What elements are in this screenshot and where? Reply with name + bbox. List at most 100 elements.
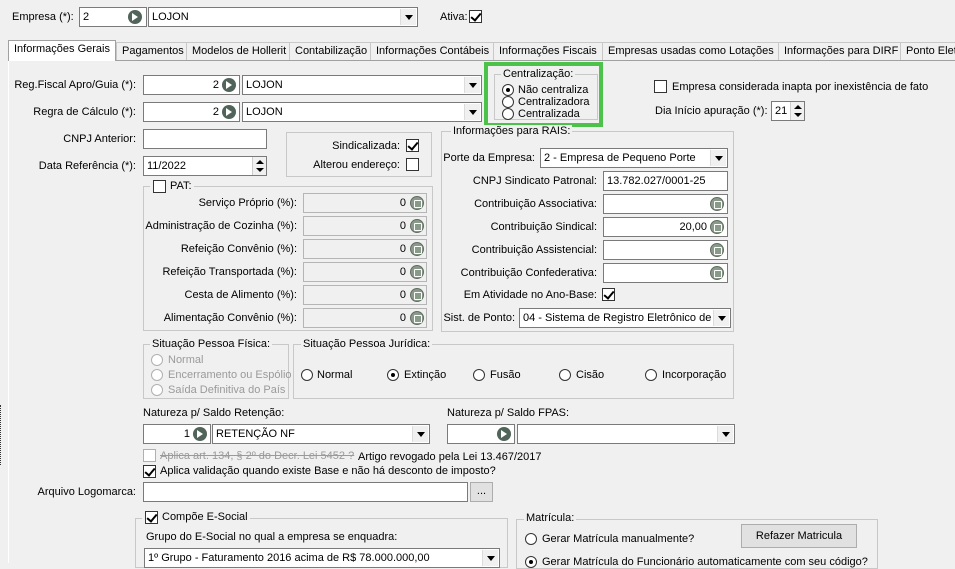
- tab-ponto-eletronico[interactable]: Ponto Eletr: [900, 42, 955, 60]
- servico-proprio-input[interactable]: 0: [303, 193, 427, 213]
- dia-inicio-input[interactable]: 21: [771, 101, 805, 121]
- radio-pj-incorporacao[interactable]: [645, 369, 657, 381]
- radio-matricula-auto[interactable]: [525, 556, 537, 568]
- atividade-ano-base-checkbox[interactable]: [602, 288, 615, 301]
- reg-fiscal-code-input[interactable]: 2: [143, 75, 240, 95]
- cesta-alimento-input[interactable]: 0: [303, 285, 427, 305]
- chevron-down-icon[interactable]: [482, 550, 498, 566]
- radio-pj-extincao[interactable]: [387, 369, 399, 381]
- empresa-name-select[interactable]: LOJON: [148, 7, 418, 27]
- calculator-icon[interactable]: [410, 288, 424, 302]
- regra-calculo-select[interactable]: LOJON: [242, 102, 482, 122]
- calculator-icon[interactable]: [710, 243, 724, 257]
- chevron-down-icon[interactable]: [710, 150, 726, 166]
- calculator-icon[interactable]: [710, 197, 724, 211]
- cnpj-sindicato-input[interactable]: 13.782.027/0001-25: [603, 171, 728, 191]
- chevron-down-icon[interactable]: [713, 310, 729, 326]
- lookup-icon[interactable]: [222, 78, 236, 92]
- spin-arrows-icon[interactable]: [252, 157, 266, 175]
- radio-matricula-manual[interactable]: [525, 533, 537, 545]
- browse-button[interactable]: ...: [470, 482, 493, 502]
- adm-cozinha-input[interactable]: 0: [303, 216, 427, 236]
- grupo-esocial-label: Grupo do E-Social no qual a empresa se e…: [146, 531, 398, 543]
- refeicao-convenio-input[interactable]: 0: [303, 239, 427, 259]
- tab-contabilizacao[interactable]: Contabilização: [289, 42, 374, 60]
- adm-cozinha-label: Administração de Cozinha (%):: [145, 220, 297, 232]
- refeicao-transportada-input[interactable]: 0: [303, 262, 427, 282]
- natureza-retencao-select[interactable]: RETENÇÃO NF: [212, 424, 430, 444]
- natureza-fpas-label: Natureza p/ Saldo FPAS:: [447, 407, 570, 419]
- contrib-confederativa-input[interactable]: [603, 263, 728, 283]
- chevron-down-icon[interactable]: [464, 77, 480, 93]
- calculator-icon[interactable]: [410, 196, 424, 210]
- radio-nao-centraliza[interactable]: [502, 84, 514, 96]
- tab-informacoes-contabeis[interactable]: Informações Contábeis: [370, 42, 496, 60]
- radio-pj-fusao[interactable]: [473, 369, 485, 381]
- alimentacao-convenio-input[interactable]: 0: [303, 308, 427, 328]
- calculator-icon[interactable]: [410, 265, 424, 279]
- porte-empresa-select[interactable]: 2 - Empresa de Pequeno Porte: [540, 148, 728, 168]
- refeicao-convenio-label: Refeição Convênio (%):: [180, 243, 297, 255]
- natureza-fpas-select[interactable]: [517, 424, 735, 444]
- tab-informacoes-fiscais[interactable]: Informações Fiscais: [493, 42, 603, 60]
- data-referencia-input[interactable]: 11/2022: [143, 156, 267, 176]
- arquivo-logomarca-input[interactable]: [143, 482, 468, 502]
- lookup-icon[interactable]: [222, 105, 236, 119]
- matricula-manual-label: Gerar Matrícula manualmente?: [542, 533, 695, 545]
- calculator-icon[interactable]: [710, 220, 724, 234]
- ativa-checkbox[interactable]: [469, 10, 482, 23]
- empresa-code-input[interactable]: 2: [79, 7, 147, 27]
- calculator-icon[interactable]: [410, 242, 424, 256]
- radio-centralizadora[interactable]: [502, 96, 514, 108]
- refeicao-transportada-value: 0: [399, 266, 406, 278]
- cnpj-anterior-input[interactable]: [143, 129, 267, 149]
- sist-ponto-select[interactable]: 04 - Sistema de Registro Eletrônico de P: [519, 308, 731, 328]
- calculator-icon[interactable]: [710, 266, 724, 280]
- chevron-down-icon[interactable]: [464, 104, 480, 120]
- calculator-icon[interactable]: [410, 219, 424, 233]
- radio-pf-normal[interactable]: [151, 354, 163, 366]
- chevron-down-icon[interactable]: [717, 426, 733, 442]
- contrib-associativa-input[interactable]: [603, 194, 728, 214]
- calculator-icon[interactable]: [410, 311, 424, 325]
- chevron-down-icon[interactable]: [400, 9, 416, 25]
- natureza-retencao-label: Natureza p/ Saldo Retenção:: [143, 407, 285, 419]
- data-referencia-value: 11/2022: [147, 160, 186, 172]
- pat-checkbox[interactable]: [153, 180, 166, 193]
- tab-informacoes-dirf[interactable]: Informações para DIRF: [778, 42, 905, 60]
- grupo-esocial-select[interactable]: 1º Grupo - Faturamento 2016 acima de R$ …: [144, 548, 500, 568]
- lookup-icon[interactable]: [128, 10, 142, 24]
- radio-centralizada[interactable]: [502, 108, 514, 120]
- radio-pf-saida[interactable]: [151, 384, 163, 396]
- matricula-title: Matrícula:: [524, 512, 577, 525]
- esocial-checkbox[interactable]: [145, 511, 158, 524]
- lookup-icon[interactable]: [193, 427, 207, 441]
- natureza-retencao-code-input[interactable]: 1: [143, 424, 211, 444]
- servico-proprio-value: 0: [399, 197, 406, 209]
- chevron-down-icon[interactable]: [412, 426, 428, 442]
- natureza-retencao-name-value: RETENÇÃO NF: [216, 428, 295, 440]
- natureza-fpas-code-input[interactable]: [447, 424, 515, 444]
- validacao-checkbox[interactable]: [143, 465, 156, 478]
- art134-checkbox[interactable]: [143, 449, 156, 462]
- contrib-sindical-input[interactable]: 20,00: [603, 217, 728, 237]
- empresa-inapta-checkbox[interactable]: [654, 80, 667, 93]
- grupo-esocial-value: 1º Grupo - Faturamento 2016 acima de R$ …: [148, 552, 430, 564]
- tab-modelos-hollerit[interactable]: Modelos de Hollerit: [186, 42, 293, 60]
- cnpj-sindicato-label: CNPJ Sindicato Patronal:: [472, 175, 597, 187]
- refazer-matricula-button[interactable]: Refazer Matricula: [741, 524, 857, 548]
- alterou-endereco-checkbox[interactable]: [406, 158, 419, 171]
- tab-informacoes-gerais[interactable]: Informações Gerais: [8, 40, 116, 61]
- radio-pj-cisao[interactable]: [559, 369, 571, 381]
- radio-pf-encerramento[interactable]: [151, 369, 163, 381]
- dia-inicio-value: 21: [775, 105, 788, 117]
- reg-fiscal-select[interactable]: LOJON: [242, 75, 482, 95]
- contrib-assistencial-input[interactable]: [603, 240, 728, 260]
- radio-pj-normal[interactable]: [301, 369, 313, 381]
- lookup-icon[interactable]: [497, 427, 511, 441]
- sindicalizada-checkbox[interactable]: [406, 139, 419, 152]
- tab-empresas-lotacoes[interactable]: Empresas usadas como Lotações: [602, 42, 780, 60]
- regra-calculo-code-input[interactable]: 2: [143, 102, 240, 122]
- spin-arrows-icon[interactable]: [790, 102, 804, 120]
- tab-pagamentos[interactable]: Pagamentos: [116, 42, 190, 60]
